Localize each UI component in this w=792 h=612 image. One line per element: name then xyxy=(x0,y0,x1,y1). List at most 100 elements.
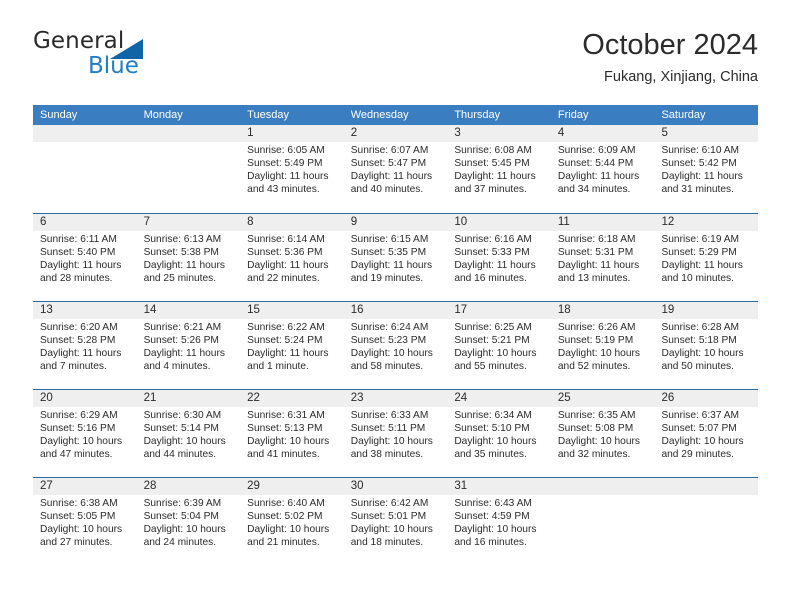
calendar-day-cell[interactable]: 6 Sunrise: 6:11 AM Sunset: 5:40 PM Daylight… xyxy=(33,214,137,301)
day-details: Sunrise: 6:07 AM Sunset: 5:47 PM Daylight:… xyxy=(344,142,448,197)
day-number: 23 xyxy=(350,392,364,404)
day-detail-line: Daylight: 11 hours xyxy=(247,347,329,359)
day-details: Sunrise: 6:22 AM Sunset: 5:24 PM Daylight:… xyxy=(240,319,344,374)
day-detail-line: Sunset: 5:42 PM xyxy=(661,157,737,169)
day-detail-line: Sunrise: 6:40 AM xyxy=(247,498,325,509)
calendar-day-cell[interactable]: 15 Sunrise: 6:22 AM Sunset: 5:24 PM Dayligh… xyxy=(240,302,344,389)
day-detail-line: Daylight: 11 hours xyxy=(247,259,329,271)
day-detail-line: Sunset: 5:33 PM xyxy=(454,246,530,258)
calendar-day-cell[interactable]: 2 Sunrise: 6:07 AM Sunset: 5:47 PM Daylight… xyxy=(343,125,448,213)
day-detail-line: and 41 minutes. xyxy=(247,448,320,460)
day-detail-line: Daylight: 10 hours xyxy=(661,435,744,447)
day-detail-line: Sunset: 4:59 PM xyxy=(454,510,530,522)
day-detail-line: Daylight: 11 hours xyxy=(40,347,122,359)
day-details: Sunrise: 6:14 AM Sunset: 5:36 PM Daylight:… xyxy=(240,231,344,286)
day-detail-line: Sunrise: 6:15 AM xyxy=(350,234,429,245)
calendar-day-cell[interactable]: 17 Sunrise: 6:25 AM Sunset: 5:21 PM Dayligh… xyxy=(447,302,551,389)
day-number: 9 xyxy=(350,216,358,228)
calendar-day-cell[interactable]: 22 Sunrise: 6:31 AM Sunset: 5:13 PM Dayligh… xyxy=(240,390,344,477)
calendar-day-cell[interactable]: 1 Sunrise: 6:05 AM Sunset: 5:49 PM Daylight… xyxy=(240,125,344,213)
calendar-day-cell[interactable]: 3 Sunrise: 6:08 AM Sunset: 5:45 PM Daylight… xyxy=(447,125,551,213)
day-detail-line: and 38 minutes. xyxy=(350,448,424,460)
day-number-band xyxy=(550,478,655,495)
calendar-week-row: 27 Sunrise: 6:38 AM Sunset: 5:05 PM Dayligh… xyxy=(33,477,759,565)
day-detail-line: Daylight: 11 hours xyxy=(557,259,640,271)
day-detail-line: Sunrise: 6:26 AM xyxy=(557,322,636,333)
day-detail-line: Daylight: 10 hours xyxy=(557,435,641,447)
day-detail-line: Daylight: 11 hours xyxy=(350,170,433,182)
day-detail-line: Sunset: 5:05 PM xyxy=(40,510,116,522)
calendar-day-cell[interactable]: 30 Sunrise: 6:42 AM Sunset: 5:01 PM Dayligh… xyxy=(343,478,448,565)
calendar-day-cell[interactable]: 29 Sunrise: 6:40 AM Sunset: 5:02 PM Dayligh… xyxy=(240,478,344,565)
day-detail-line: and 24 minutes. xyxy=(143,536,217,548)
day-detail-line: Sunrise: 6:39 AM xyxy=(143,498,222,509)
day-details: Sunrise: 6:26 AM Sunset: 5:19 PM Daylight:… xyxy=(551,319,655,374)
calendar-day-cell[interactable]: 28 Sunrise: 6:39 AM Sunset: 5:04 PM Dayligh… xyxy=(136,478,241,565)
day-detail-line: Sunset: 5:40 PM xyxy=(40,246,116,258)
day-detail-line: Sunset: 5:26 PM xyxy=(143,334,219,346)
day-number: 18 xyxy=(557,304,571,316)
day-detail-line: Sunset: 5:38 PM xyxy=(143,246,219,258)
calendar-day-cell[interactable]: 25 Sunrise: 6:35 AM Sunset: 5:08 PM Dayligh… xyxy=(550,390,655,477)
calendar-day-cell[interactable]: 18 Sunrise: 6:26 AM Sunset: 5:19 PM Dayligh… xyxy=(550,302,655,389)
calendar-day-cell[interactable]: 12 Sunrise: 6:19 AM Sunset: 5:29 PM Dayligh… xyxy=(654,214,759,301)
day-detail-line: Daylight: 11 hours xyxy=(661,259,743,271)
day-number-band: 26 xyxy=(654,390,759,407)
day-detail-line: Sunrise: 6:37 AM xyxy=(661,410,740,421)
day-number-band: 29 xyxy=(240,478,344,495)
calendar-day-cell[interactable]: 7 Sunrise: 6:13 AM Sunset: 5:38 PM Daylight… xyxy=(136,214,241,301)
day-detail-line: Sunset: 5:02 PM xyxy=(247,510,323,522)
calendar-day-cell[interactable]: 23 Sunrise: 6:33 AM Sunset: 5:11 PM Dayligh… xyxy=(343,390,448,477)
day-number-band: 21 xyxy=(136,390,241,407)
calendar-day-cell[interactable]: 4 Sunrise: 6:09 AM Sunset: 5:44 PM Daylight… xyxy=(550,125,655,213)
day-detail-line: and 22 minutes. xyxy=(247,272,320,284)
day-detail-line: Daylight: 11 hours xyxy=(143,347,225,359)
calendar-day-cell[interactable]: 5 Sunrise: 6:10 AM Sunset: 5:42 PM Daylight… xyxy=(654,125,759,213)
calendar-day-cell[interactable]: 26 Sunrise: 6:37 AM Sunset: 5:07 PM Dayligh… xyxy=(654,390,759,477)
day-number: 10 xyxy=(454,216,468,228)
day-details: Sunrise: 6:21 AM Sunset: 5:26 PM Daylight:… xyxy=(137,319,241,374)
calendar-day-cell[interactable]: 13 Sunrise: 6:20 AM Sunset: 5:28 PM Dayligh… xyxy=(33,302,137,389)
day-detail-line: Daylight: 11 hours xyxy=(454,170,536,182)
day-details xyxy=(137,142,241,145)
calendar-day-cell[interactable]: 31 Sunrise: 6:43 AM Sunset: 4:59 PM Dayligh… xyxy=(447,478,551,565)
day-detail-line: and 29 minutes. xyxy=(661,448,734,460)
day-number-band: 30 xyxy=(343,478,448,495)
calendar-day-cell[interactable]: 21 Sunrise: 6:30 AM Sunset: 5:14 PM Dayligh… xyxy=(136,390,241,477)
calendar-day-cell-empty xyxy=(136,125,241,213)
day-number-band: 7 xyxy=(136,214,241,231)
day-number: 19 xyxy=(661,304,675,316)
day-number-band: 19 xyxy=(654,302,759,319)
day-detail-line: Sunset: 5:23 PM xyxy=(350,334,427,346)
day-detail-line: Sunrise: 6:31 AM xyxy=(247,410,325,421)
calendar-day-cell[interactable]: 10 Sunrise: 6:16 AM Sunset: 5:33 PM Dayligh… xyxy=(447,214,551,301)
day-details: Sunrise: 6:24 AM Sunset: 5:23 PM Daylight:… xyxy=(344,319,448,374)
day-detail-line: Sunrise: 6:30 AM xyxy=(143,410,222,421)
day-detail-line: Daylight: 11 hours xyxy=(557,170,640,182)
calendar-day-cell[interactable]: 27 Sunrise: 6:38 AM Sunset: 5:05 PM Dayligh… xyxy=(33,478,137,565)
calendar-day-cell[interactable]: 8 Sunrise: 6:14 AM Sunset: 5:36 PM Daylight… xyxy=(240,214,344,301)
day-number: 15 xyxy=(247,304,260,316)
calendar-day-cell[interactable]: 11 Sunrise: 6:18 AM Sunset: 5:31 PM Dayligh… xyxy=(550,214,655,301)
day-number: 22 xyxy=(247,392,260,404)
day-details: Sunrise: 6:11 AM Sunset: 5:40 PM Daylight:… xyxy=(33,231,137,286)
day-number: 25 xyxy=(557,392,571,404)
calendar-day-cell[interactable]: 16 Sunrise: 6:24 AM Sunset: 5:23 PM Dayligh… xyxy=(343,302,448,389)
calendar-day-cell[interactable]: 19 Sunrise: 6:28 AM Sunset: 5:18 PM Dayligh… xyxy=(654,302,759,389)
general-blue-logo[interactable]: General Blue xyxy=(33,28,213,86)
day-number-band: 2 xyxy=(343,125,448,142)
day-number: 1 xyxy=(247,127,254,139)
day-number-band: 20 xyxy=(33,390,137,407)
calendar-day-cell[interactable]: 9 Sunrise: 6:15 AM Sunset: 5:35 PM Daylight… xyxy=(343,214,448,301)
calendar-day-cell[interactable]: 14 Sunrise: 6:21 AM Sunset: 5:26 PM Dayligh… xyxy=(136,302,241,389)
calendar-day-cell[interactable]: 20 Sunrise: 6:29 AM Sunset: 5:16 PM Dayligh… xyxy=(33,390,137,477)
day-detail-line: Sunrise: 6:05 AM xyxy=(247,145,325,156)
day-detail-line: and 27 minutes. xyxy=(40,536,113,548)
day-details: Sunrise: 6:30 AM Sunset: 5:14 PM Daylight:… xyxy=(137,407,241,462)
day-detail-line: Sunset: 5:49 PM xyxy=(247,157,323,169)
day-number-band: 4 xyxy=(550,125,655,142)
day-details: Sunrise: 6:40 AM Sunset: 5:02 PM Daylight:… xyxy=(240,495,344,550)
day-number: 12 xyxy=(661,216,675,228)
calendar-day-cell[interactable]: 24 Sunrise: 6:34 AM Sunset: 5:10 PM Dayligh… xyxy=(447,390,551,477)
day-number: 24 xyxy=(454,392,468,404)
